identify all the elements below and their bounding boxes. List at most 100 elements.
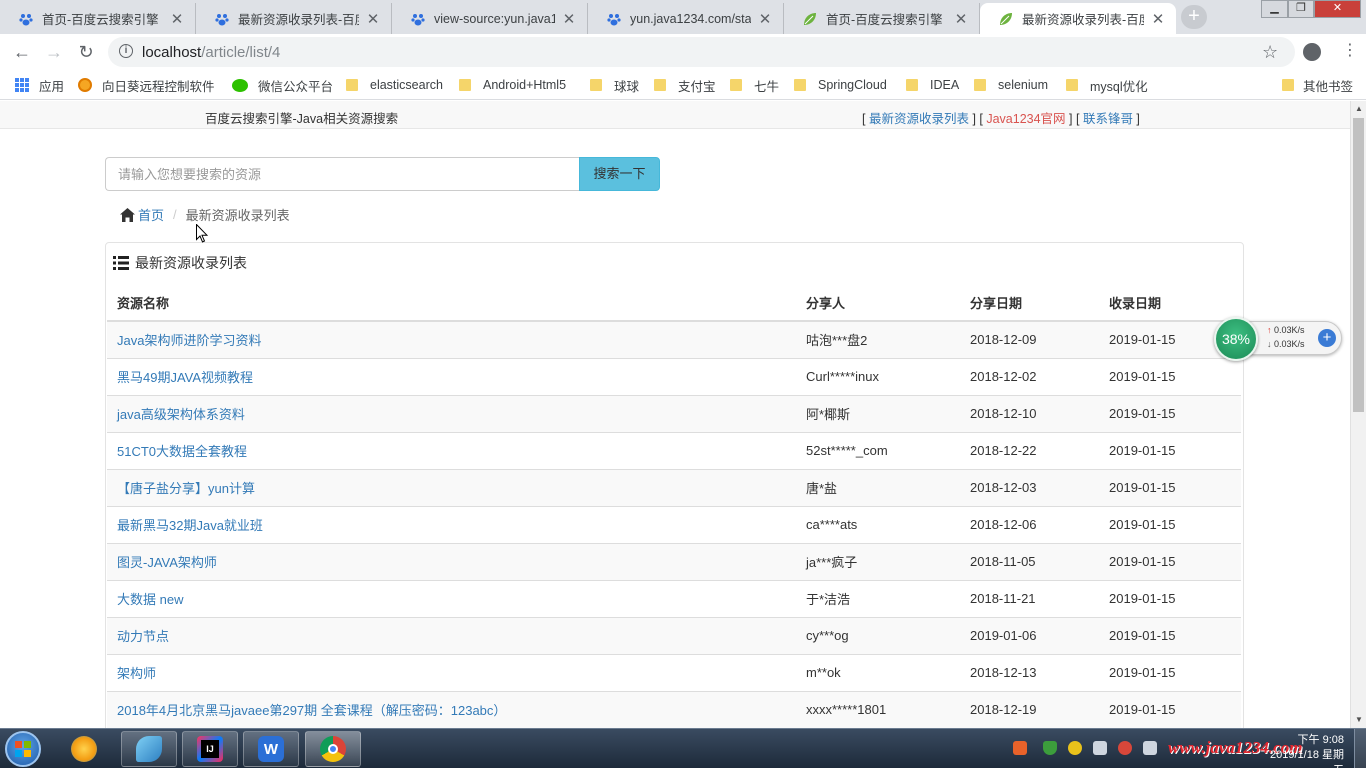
index-date-cell: 2019-01-15 <box>1099 431 1241 469</box>
nav-link-java1234[interactable]: Java1234官网 <box>986 112 1065 126</box>
share-date-cell: 2018-12-09 <box>960 320 1099 358</box>
forward-arrow-icon[interactable]: → <box>44 42 64 62</box>
tab-title: 首页-百度云搜索引擎 <box>826 13 943 27</box>
windows-logo <box>15 741 31 757</box>
resource-link[interactable]: 51CT0大数据全套教程 <box>117 444 247 459</box>
resource-link[interactable]: 黑马49期JAVA视频教程 <box>117 370 253 385</box>
scrollbar-thumb[interactable] <box>1353 118 1364 412</box>
sharer-cell: 唐*盐 <box>796 468 960 506</box>
resource-link[interactable]: 大数据 new <box>117 592 183 607</box>
resource-name-cell: java高级架构体系资料 <box>107 394 796 432</box>
page-scrollbar[interactable]: ▲ ▼ <box>1350 101 1366 728</box>
app-tray-icon[interactable] <box>1118 741 1132 755</box>
new-tab-button[interactable]: + <box>1181 5 1207 29</box>
taskbar-app-chrome[interactable] <box>305 731 361 767</box>
browser-tab-active[interactable]: 最新资源收录列表-百度云 ✕ <box>980 3 1176 34</box>
maximize-button[interactable]: ❐ <box>1288 0 1314 18</box>
baidu-paw-icon <box>214 11 230 27</box>
resource-link[interactable]: 图灵-JAVA架构师 <box>117 555 217 570</box>
reload-icon[interactable]: ↻ <box>76 42 96 62</box>
bookmark-folder[interactable]: 球球 <box>590 77 639 94</box>
browser-tab[interactable]: 首页-百度云搜索引擎 ✕ <box>0 3 196 34</box>
bookmark-apps[interactable]: 应用 <box>15 77 64 94</box>
folder-icon <box>590 79 602 91</box>
taskbar-app-idea[interactable]: IJ <box>182 731 238 767</box>
close-tab-icon[interactable]: ✕ <box>365 10 381 28</box>
kebab-menu-icon[interactable]: ⋮ <box>1340 42 1360 60</box>
close-tab-icon[interactable]: ✕ <box>1150 10 1166 28</box>
breadcrumb-home-link[interactable]: 首页 <box>138 205 164 224</box>
resource-link[interactable]: java高级架构体系资料 <box>117 407 245 422</box>
back-arrow-icon[interactable]: ← <box>12 42 32 62</box>
close-tab-icon[interactable]: ✕ <box>561 10 577 28</box>
table-row: 51CT0大数据全套教程 52st*****_com 2018-12-22 2019-… <box>107 431 1241 469</box>
bookmark-star-icon[interactable]: ☆ <box>1262 42 1278 63</box>
index-date-cell: 2019-01-15 <box>1099 542 1241 580</box>
windows-start-icon[interactable] <box>5 731 41 767</box>
bookmark-folder[interactable]: SpringCloud <box>794 77 887 93</box>
browser-tab[interactable]: 首页-百度云搜索引擎 ✕ <box>784 3 980 34</box>
close-tab-icon[interactable]: ✕ <box>169 10 185 28</box>
bookmark-folder[interactable]: 七牛 <box>730 77 779 94</box>
taskbar-app-360[interactable] <box>56 731 112 767</box>
close-tab-icon[interactable]: ✕ <box>757 10 773 28</box>
resource-link[interactable]: Java架构师进阶学习资料 <box>117 333 261 348</box>
flag-icon[interactable] <box>1143 741 1157 755</box>
resource-link[interactable]: 架构师 <box>117 666 156 681</box>
account-avatar-icon[interactable] <box>1303 43 1321 61</box>
browser-tab[interactable]: view-source:yun.java1234.com ✕ <box>392 3 588 34</box>
download-speed: ↓ 0.03K/s <box>1267 339 1305 349</box>
security-plus-icon[interactable] <box>1068 741 1082 755</box>
address-bar[interactable]: i localhost/article/list/4 <box>108 37 1295 67</box>
minimize-button[interactable]: ▁ <box>1261 0 1288 18</box>
device-icon[interactable] <box>1093 741 1107 755</box>
scroll-up-icon[interactable]: ▲ <box>1351 101 1366 117</box>
bookmark-folder[interactable]: selenium <box>974 77 1048 93</box>
bookmark-label: 微信公众平台 <box>258 79 334 94</box>
resource-name-cell: 大数据 new <box>107 579 796 617</box>
show-desktop-button[interactable] <box>1354 729 1366 768</box>
nav-link-latest[interactable]: 最新资源收录列表 <box>869 112 969 126</box>
system-clock[interactable]: 下午 9:08 2019/1/18 星期五 <box>1268 733 1344 768</box>
address-url[interactable]: localhost/article/list/4 <box>142 44 280 61</box>
sharer-cell: m**ok <box>796 653 960 691</box>
search-button[interactable]: 搜索一下 <box>579 157 660 191</box>
bookmark-folder-other[interactable]: 其他书签 <box>1282 77 1353 94</box>
close-window-button[interactable]: ✕ <box>1314 0 1361 18</box>
sharer-cell: 咕泡***盘2 <box>796 320 960 358</box>
bookmark-folder[interactable]: elasticsearch <box>346 77 443 93</box>
bookmark-folder[interactable]: mysql优化 <box>1066 77 1148 94</box>
info-icon[interactable]: i <box>119 44 133 58</box>
taskbar-app-wps[interactable]: W <box>243 731 299 767</box>
scroll-down-icon[interactable]: ▼ <box>1351 712 1366 728</box>
memory-usage-badge[interactable]: 38% <box>1214 317 1258 361</box>
network-speed-widget[interactable]: 38% ↑ 0.03K/s ↓ 0.03K/s + <box>1214 317 1342 361</box>
resource-link[interactable]: 最新黑马32期Java就业班 <box>117 518 263 533</box>
bookmark-item[interactable]: 向日葵远程控制软件 <box>78 77 215 94</box>
resource-link[interactable]: 【唐子盐分享】yun计算 <box>117 481 255 496</box>
wechat-icon <box>232 78 248 92</box>
bookmark-folder[interactable]: Android+Html5 <box>459 77 566 93</box>
close-tab-icon[interactable]: ✕ <box>953 10 969 28</box>
sharer-cell: 阿*椰斯 <box>796 394 960 432</box>
shield-icon[interactable] <box>1043 741 1057 755</box>
share-date-cell: 2018-12-02 <box>960 357 1099 395</box>
360-browser-icon <box>71 736 97 762</box>
sharer-cell: 52st*****_com <box>796 431 960 469</box>
sogou-ime-icon[interactable] <box>1013 741 1027 755</box>
resource-link[interactable]: 动力节点 <box>117 629 169 644</box>
bookmark-folder[interactable]: 支付宝 <box>654 77 716 94</box>
resource-name-cell: 最新黑马32期Java就业班 <box>107 505 796 543</box>
table-row: 【唐子盐分享】yun计算 唐*盐 2018-12-03 2019-01-15 <box>107 468 1241 506</box>
taskbar-app-dolphin[interactable] <box>121 731 177 767</box>
resource-link[interactable]: 2018年4月北京黑马javaee第297期 全套课程（解压密码：123abc） <box>117 703 506 718</box>
search-input[interactable] <box>105 157 579 191</box>
share-date-cell: 2019-01-06 <box>960 616 1099 654</box>
plus-icon[interactable]: + <box>1318 329 1336 347</box>
browser-tab[interactable]: 最新资源收录列表-百度云 ✕ <box>196 3 392 34</box>
bookmark-folder[interactable]: IDEA <box>906 77 959 93</box>
nav-link-contact[interactable]: 联系锋哥 <box>1083 112 1133 126</box>
mouse-cursor-icon <box>196 224 208 243</box>
bookmark-item[interactable]: 微信公众平台 <box>232 77 334 94</box>
browser-tab[interactable]: yun.java1234.com/static ✕ <box>588 3 784 34</box>
